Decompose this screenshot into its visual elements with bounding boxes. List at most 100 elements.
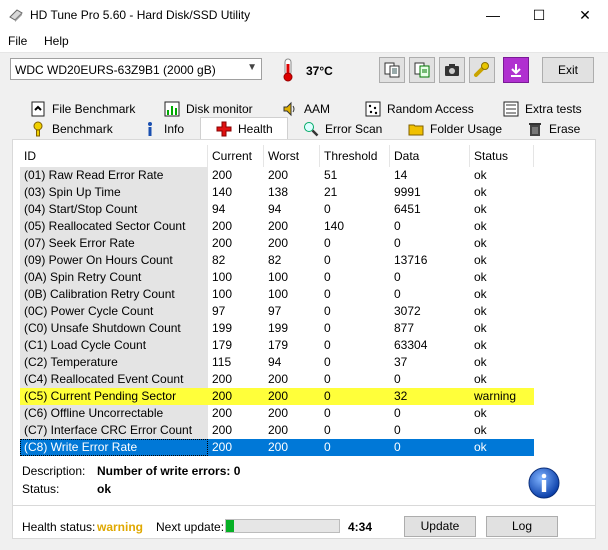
- cell-status: ok: [474, 202, 487, 216]
- health-status-label: Health status:: [22, 520, 96, 534]
- tab-file-benchmark[interactable]: File Benchmark: [30, 99, 135, 118]
- random-access-icon: [365, 101, 381, 116]
- close-button[interactable]: ✕: [562, 0, 608, 30]
- tab-erase[interactable]: Erase: [527, 119, 580, 138]
- description-label: Description:: [22, 464, 86, 478]
- table-row[interactable]: (05) Reallocated Sector Count 200 200 140 0 o…: [20, 218, 534, 235]
- cell-worst: 200: [268, 372, 289, 386]
- countdown-timer: 4:34: [348, 520, 373, 534]
- cell-status: ok: [474, 321, 487, 335]
- column-header-status[interactable]: Status: [470, 145, 534, 167]
- temperature-readout: 37°C: [306, 64, 333, 78]
- app-logo-icon: [9, 9, 23, 22]
- cell-current: 100: [212, 270, 233, 284]
- cell-data: 0: [394, 270, 401, 284]
- cell-status: ok: [474, 423, 487, 437]
- table-row[interactable]: (C2) Temperature 115 94 0 37 ok: [20, 354, 534, 371]
- cell-id: (C1) Load Cycle Count: [20, 337, 208, 354]
- column-header-id[interactable]: ID: [20, 145, 208, 167]
- drive-select[interactable]: WDC WD20EURS-63Z9B1 (2000 gB) ▼: [10, 58, 262, 80]
- menu-help[interactable]: Help: [44, 34, 69, 48]
- copy-icon: [384, 62, 400, 78]
- cell-id: (C8) Write Error Rate: [20, 439, 208, 456]
- cell-worst: 82: [268, 253, 282, 267]
- speaker-icon: [283, 101, 295, 116]
- screenshot-button[interactable]: [439, 57, 465, 83]
- table-row[interactable]: (0C) Power Cycle Count 97 97 0 3072 ok: [20, 303, 534, 320]
- minimize-button[interactable]: —: [470, 0, 516, 30]
- table-row[interactable]: (C6) Offline Uncorrectable 200 200 0 0 ok: [20, 405, 534, 422]
- cell-data: 32: [390, 388, 470, 405]
- tab-extra-tests[interactable]: Extra tests: [503, 99, 582, 118]
- column-header-data[interactable]: Data: [390, 145, 470, 167]
- tab-label: Extra tests: [525, 101, 582, 116]
- table-row[interactable]: (07) Seek Error Rate 200 200 0 0 ok: [20, 235, 534, 252]
- cell-status: ok: [474, 372, 487, 386]
- tab-health[interactable]: Health: [200, 117, 288, 139]
- table-row[interactable]: (03) Spin Up Time 140 138 21 9991 ok: [20, 184, 534, 201]
- tab-benchmark[interactable]: Benchmark: [30, 119, 113, 138]
- column-header-worst[interactable]: Worst: [264, 145, 320, 167]
- cell-id: (C2) Temperature: [20, 354, 208, 371]
- tab-label: Error Scan: [325, 121, 383, 136]
- smart-attributes-table[interactable]: ID Current Worst Threshold Data Status (…: [20, 145, 534, 456]
- column-header-current[interactable]: Current: [208, 145, 264, 167]
- maximize-button[interactable]: ☐: [516, 0, 562, 30]
- table-row[interactable]: (C8) Write Error Rate 200 200 0 0 ok: [20, 439, 534, 456]
- cell-worst: 200: [268, 219, 289, 233]
- cell-data: 3072: [394, 304, 421, 318]
- tab-folder-usage[interactable]: Folder Usage: [408, 119, 502, 138]
- magnifier-icon: [304, 121, 319, 136]
- table-row[interactable]: (C0) Unsafe Shutdown Count 199 199 0 877 ok: [20, 320, 534, 337]
- cell-status: ok: [474, 270, 487, 284]
- column-header-threshold[interactable]: Threshold: [320, 145, 390, 167]
- cell-threshold: 0: [324, 236, 331, 250]
- update-button[interactable]: Update: [404, 516, 476, 537]
- cell-status: ok: [474, 338, 487, 352]
- cell-id: (01) Raw Read Error Rate: [20, 167, 208, 184]
- options-button[interactable]: [469, 57, 495, 83]
- tab-aam[interactable]: AAM: [282, 99, 330, 118]
- copy-info-button[interactable]: [379, 57, 405, 83]
- tab-error-scan[interactable]: Error Scan: [303, 119, 382, 138]
- cell-threshold: 0: [324, 406, 331, 420]
- tab-info[interactable]: Info: [142, 119, 184, 138]
- exit-button[interactable]: Exit: [542, 57, 594, 83]
- cell-data: 14: [394, 168, 408, 182]
- cell-worst: 200: [268, 406, 289, 420]
- wrench-icon: [474, 62, 489, 77]
- table-row[interactable]: (04) Start/Stop Count 94 94 0 6451 ok: [20, 201, 534, 218]
- cell-worst: 200: [268, 168, 289, 182]
- save-download-button[interactable]: [503, 57, 529, 83]
- table-row[interactable]: (0B) Calibration Retry Count 100 100 0 0 ok: [20, 286, 534, 303]
- table-row[interactable]: (C1) Load Cycle Count 179 179 0 63304 ok: [20, 337, 534, 354]
- menu-file[interactable]: File: [8, 34, 27, 48]
- table-row[interactable]: (C7) Interface CRC Error Count 200 200 0 0 ok: [20, 422, 534, 439]
- cell-data: 877: [394, 321, 415, 335]
- cell-id: (04) Start/Stop Count: [20, 201, 208, 218]
- cell-worst: 200: [268, 423, 289, 437]
- log-button[interactable]: Log: [486, 516, 558, 537]
- tab-disk-monitor[interactable]: Disk monitor: [164, 99, 253, 118]
- cell-status: ok: [474, 406, 487, 420]
- cell-status: ok: [474, 236, 487, 250]
- table-row[interactable]: (C4) Reallocated Event Count 200 200 0 0 ok: [20, 371, 534, 388]
- cell-current: 115: [212, 355, 232, 369]
- cell-current: 200: [212, 219, 233, 233]
- thermometer-icon: [283, 58, 293, 82]
- chevron-down-icon: ▼: [247, 62, 257, 73]
- next-update-progress: [225, 519, 340, 533]
- copy-all-button[interactable]: [409, 57, 435, 83]
- cell-status: ok: [474, 253, 487, 267]
- tab-random-access[interactable]: Random Access: [365, 99, 474, 118]
- cell-id: (C4) Reallocated Event Count: [20, 371, 208, 388]
- cell-status: ok: [474, 287, 487, 301]
- cell-id: (0B) Calibration Retry Count: [20, 286, 208, 303]
- table-row[interactable]: (C5) Current Pending Sector 200 200 0 32 warn…: [20, 388, 534, 405]
- extra-tests-icon: [503, 101, 519, 116]
- table-row[interactable]: (01) Raw Read Error Rate 200 200 51 14 ok: [20, 167, 534, 184]
- cell-id: (07) Seek Error Rate: [20, 235, 208, 252]
- cell-status: ok: [470, 439, 534, 456]
- table-row[interactable]: (0A) Spin Retry Count 100 100 0 0 ok: [20, 269, 534, 286]
- table-row[interactable]: (09) Power On Hours Count 82 82 0 13716 ok: [20, 252, 534, 269]
